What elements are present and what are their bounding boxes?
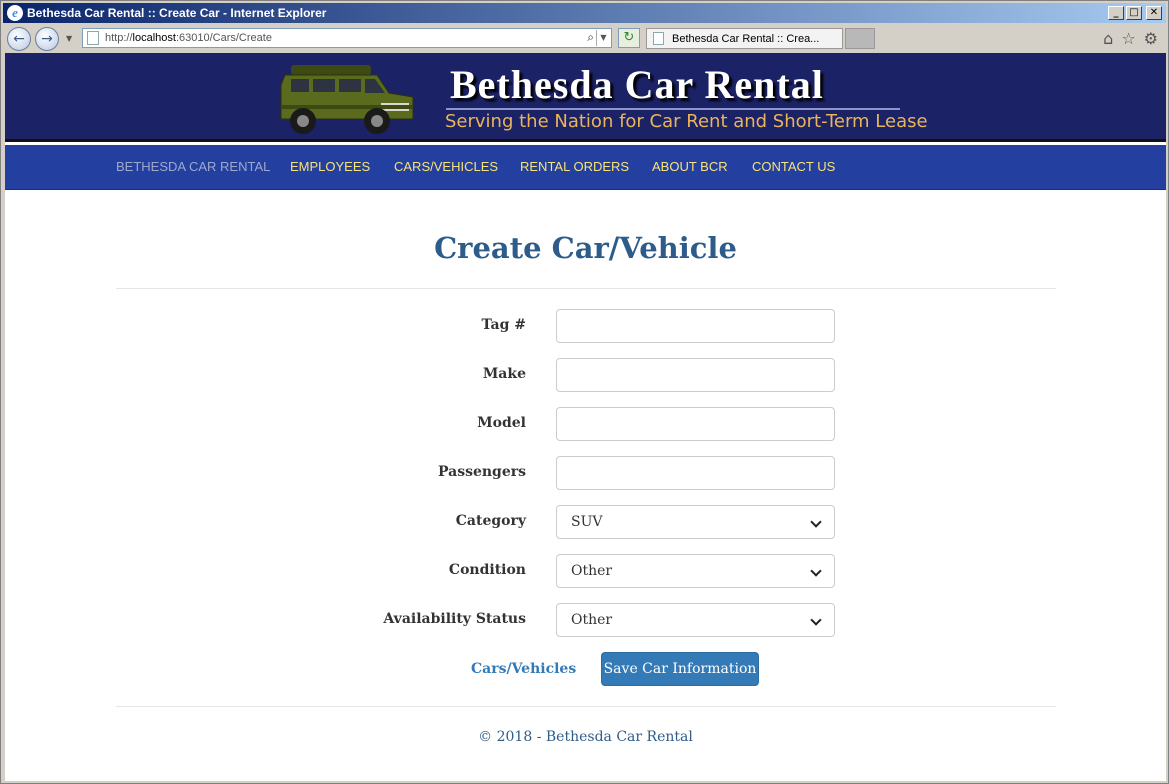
- forward-button[interactable]: →: [35, 27, 59, 51]
- search-icon[interactable]: ⌕: [587, 30, 594, 45]
- url-path: :63010/Cars/Create: [175, 32, 272, 44]
- minimize-button[interactable]: _: [1108, 6, 1124, 20]
- browser-window: e Bethesda Car Rental :: Create Car - In…: [0, 0, 1169, 784]
- url-host: localhost: [132, 32, 176, 44]
- availability-selected-value: Other: [571, 612, 613, 628]
- browser-toolbar: ← → ▼ http://localhost:63010/Cars/Create…: [3, 25, 1166, 53]
- main-navbar: BETHESDA CAR RENTAL EMPLOYEES CARS/VEHIC…: [5, 145, 1166, 190]
- url-prefix: http://: [105, 32, 133, 44]
- history-dropdown-icon[interactable]: ▼: [66, 34, 72, 43]
- form-row-availability: Availability Status Other: [5, 603, 1166, 637]
- form-row-tag: Tag #: [5, 309, 1166, 343]
- tab-title: Bethesda Car Rental :: Crea...: [672, 32, 820, 45]
- condition-label: Condition: [448, 562, 526, 578]
- tag-input[interactable]: [556, 309, 835, 343]
- tag-label: Tag #: [481, 317, 526, 333]
- close-button[interactable]: ✕: [1146, 6, 1162, 20]
- site-banner: Bethesda Car Rental Serving the Nation f…: [5, 53, 1166, 142]
- nav-item-contact[interactable]: CONTACT US: [752, 159, 835, 174]
- make-label: Make: [482, 366, 526, 382]
- passengers-label: Passengers: [437, 464, 526, 480]
- nav-item-about[interactable]: ABOUT BCR: [652, 159, 728, 174]
- availability-label: Availability Status: [383, 611, 526, 627]
- back-button[interactable]: ←: [7, 27, 31, 51]
- form-row-model: Model: [5, 407, 1166, 441]
- chevron-down-icon: [810, 516, 822, 528]
- passengers-input[interactable]: [556, 456, 835, 490]
- address-dropdown-icon[interactable]: ▼: [596, 30, 610, 46]
- tab-page-icon: [653, 32, 664, 45]
- title-bar: e Bethesda Car Rental :: Create Car - In…: [3, 3, 1166, 23]
- internet-explorer-icon: e: [7, 5, 23, 21]
- new-tab-button[interactable]: [845, 28, 875, 49]
- nav-item-cars-vehicles[interactable]: CARS/VEHICLES: [394, 159, 498, 174]
- page-icon: [87, 31, 99, 45]
- cars-vehicles-link[interactable]: Cars/Vehicles: [471, 661, 576, 677]
- maximize-button[interactable]: □: [1126, 6, 1142, 20]
- chevron-down-icon: [810, 614, 822, 626]
- category-selected-value: SUV: [571, 514, 603, 530]
- tools-gear-icon[interactable]: ⚙: [1144, 29, 1158, 48]
- title-divider-line: [116, 288, 1056, 289]
- footer-divider-line: [116, 706, 1056, 707]
- chevron-down-icon: [810, 565, 822, 577]
- address-bar[interactable]: http://localhost:63010/Cars/Create ⌕ ▼: [82, 28, 612, 48]
- condition-select[interactable]: Other: [556, 554, 835, 588]
- form-row-make: Make: [5, 358, 1166, 392]
- nav-item-rental-orders[interactable]: RENTAL ORDERS: [520, 159, 629, 174]
- save-car-button[interactable]: Save Car Information: [601, 652, 759, 686]
- footer-copyright: © 2018 - Bethesda Car Rental: [478, 729, 693, 745]
- site-tagline: Serving the Nation for Car Rent and Shor…: [445, 111, 928, 132]
- form-row-category: Category SUV: [5, 505, 1166, 539]
- suv-car-logo-image: [280, 65, 414, 134]
- form-row-condition: Condition Other: [5, 554, 1166, 588]
- category-select[interactable]: SUV: [556, 505, 835, 539]
- condition-selected-value: Other: [571, 563, 613, 579]
- form-row-passengers: Passengers: [5, 456, 1166, 490]
- nav-item-employees[interactable]: EMPLOYEES: [290, 159, 370, 174]
- window-title: Bethesda Car Rental :: Create Car - Inte…: [27, 6, 327, 20]
- refresh-button[interactable]: ↻: [618, 28, 640, 48]
- page-title: Create Car/Vehicle: [434, 231, 737, 265]
- page-content: Bethesda Car Rental Serving the Nation f…: [5, 53, 1166, 781]
- browser-tab[interactable]: Bethesda Car Rental :: Crea...: [646, 28, 843, 49]
- model-label: Model: [477, 415, 526, 431]
- favorites-star-icon[interactable]: ☆: [1121, 29, 1135, 48]
- site-title: Bethesda Car Rental: [450, 62, 824, 107]
- availability-select[interactable]: Other: [556, 603, 835, 637]
- nav-brand-link[interactable]: BETHESDA CAR RENTAL: [116, 159, 270, 174]
- home-icon[interactable]: ⌂: [1103, 29, 1113, 48]
- model-input[interactable]: [556, 407, 835, 441]
- title-divider: [446, 108, 900, 110]
- category-label: Category: [455, 513, 526, 529]
- make-input[interactable]: [556, 358, 835, 392]
